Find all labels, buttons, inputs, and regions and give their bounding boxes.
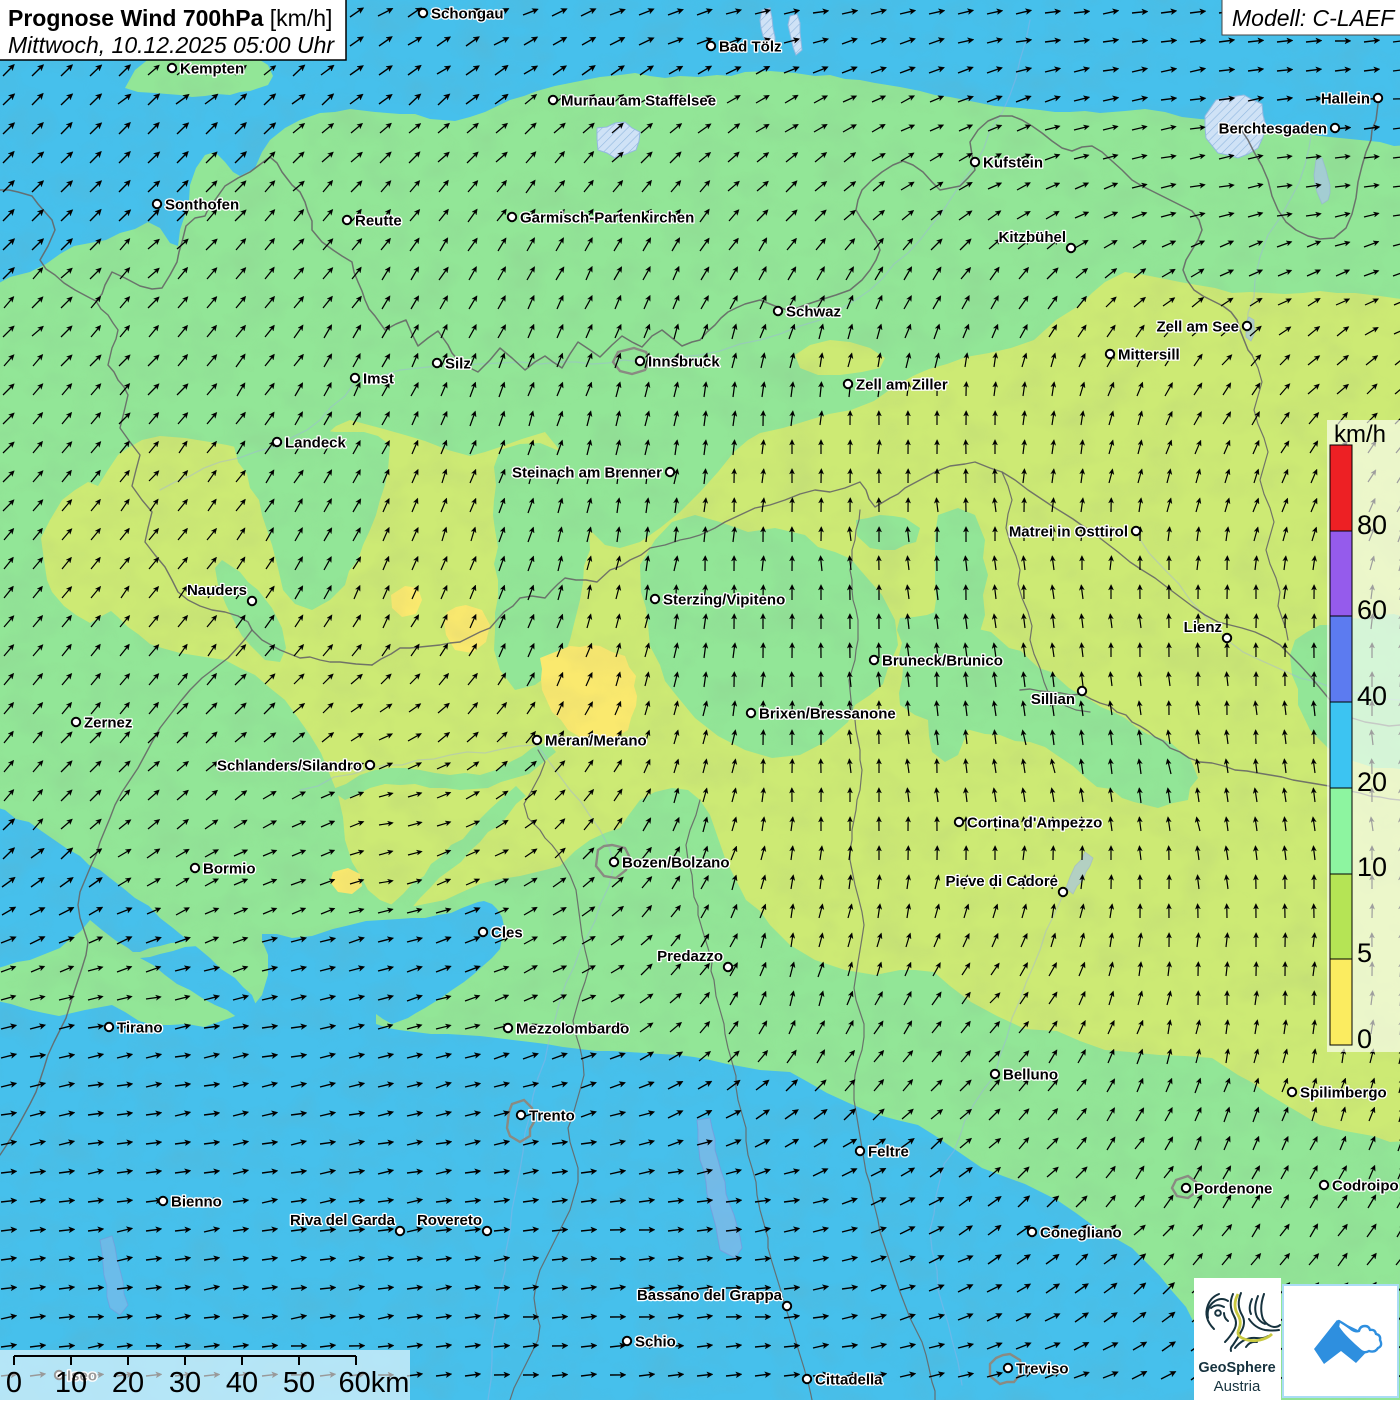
svg-text:Bozen/Bolzano: Bozen/Bolzano	[622, 855, 730, 872]
svg-text:10: 10	[55, 1367, 87, 1399]
svg-text:Lienz: Lienz	[1184, 619, 1222, 636]
svg-text:Conegliano: Conegliano	[1040, 1225, 1122, 1242]
svg-text:Schongau: Schongau	[431, 6, 504, 23]
svg-text:Bormio: Bormio	[203, 861, 256, 878]
svg-text:Feltre: Feltre	[868, 1144, 909, 1161]
svg-text:10: 10	[1357, 852, 1387, 882]
svg-text:80: 80	[1357, 510, 1387, 540]
svg-text:Treviso: Treviso	[1016, 1361, 1069, 1378]
svg-text:Nauders: Nauders	[187, 582, 247, 599]
svg-text:Austria: Austria	[1214, 1378, 1261, 1395]
svg-text:50: 50	[283, 1367, 315, 1399]
svg-text:Spilimbergo: Spilimbergo	[1300, 1085, 1387, 1102]
svg-text:Kempten: Kempten	[180, 61, 244, 78]
svg-text:Pieve di Cadore: Pieve di Cadore	[945, 873, 1058, 890]
svg-text:Prognose Wind 700hPa [km/h]: Prognose Wind 700hPa [km/h]	[8, 5, 332, 31]
svg-text:Landeck: Landeck	[285, 435, 347, 452]
svg-text:GeoSphere: GeoSphere	[1198, 1360, 1275, 1376]
svg-text:Schlanders/Silandro: Schlanders/Silandro	[217, 758, 362, 775]
svg-text:Zell am See: Zell am See	[1156, 319, 1239, 336]
svg-text:Schio: Schio	[635, 1334, 676, 1351]
svg-text:Garmisch-Partenkirchen: Garmisch-Partenkirchen	[520, 210, 694, 227]
svg-text:Cittadella: Cittadella	[815, 1372, 883, 1389]
svg-text:Murnau am Staffelsee: Murnau am Staffelsee	[561, 93, 716, 110]
svg-text:Trento: Trento	[529, 1108, 575, 1125]
svg-text:Bienno: Bienno	[171, 1194, 222, 1211]
svg-text:Pordenone: Pordenone	[1194, 1181, 1272, 1198]
svg-text:Kitzbühel: Kitzbühel	[999, 229, 1067, 246]
svg-text:Hallein: Hallein	[1321, 91, 1370, 108]
svg-text:Zernez: Zernez	[84, 715, 132, 732]
svg-text:Cles: Cles	[491, 925, 523, 942]
svg-text:Bad Tölz: Bad Tölz	[719, 39, 782, 56]
svg-text:40: 40	[1357, 681, 1387, 711]
svg-text:Tirano: Tirano	[117, 1020, 163, 1037]
svg-text:30: 30	[169, 1367, 201, 1399]
svg-text:Imst: Imst	[363, 371, 394, 388]
svg-text:Rovereto: Rovereto	[417, 1212, 482, 1229]
svg-text:Silz: Silz	[445, 356, 471, 373]
svg-text:Cortina d'Ampezzo: Cortina d'Ampezzo	[967, 815, 1102, 832]
svg-text:Reutte: Reutte	[355, 213, 402, 230]
svg-text:Berchtesgaden: Berchtesgaden	[1219, 121, 1327, 138]
svg-text:Bassano del Grappa: Bassano del Grappa	[637, 1287, 783, 1304]
svg-text:Mittwoch, 10.12.2025 05:00 Uhr: Mittwoch, 10.12.2025 05:00 Uhr	[8, 32, 335, 58]
svg-text:Steinach am Brenner: Steinach am Brenner	[512, 465, 662, 482]
svg-text:Kufstein: Kufstein	[983, 155, 1043, 172]
svg-text:20: 20	[1357, 767, 1387, 797]
svg-text:Matrei in Osttirol: Matrei in Osttirol	[1009, 524, 1128, 541]
svg-text:60km: 60km	[339, 1367, 410, 1399]
svg-text:20: 20	[112, 1367, 144, 1399]
svg-text:Modell: C-LAEF: Modell: C-LAEF	[1232, 5, 1396, 31]
svg-text:km/h: km/h	[1334, 421, 1386, 448]
svg-text:Schwaz: Schwaz	[786, 304, 841, 321]
svg-text:Mittersill: Mittersill	[1118, 347, 1180, 364]
svg-text:Meran/Merano: Meran/Merano	[545, 733, 647, 750]
svg-text:Riva del Garda: Riva del Garda	[290, 1212, 396, 1229]
svg-text:Mezzolombardo: Mezzolombardo	[516, 1021, 629, 1038]
svg-text:Sillian: Sillian	[1031, 691, 1075, 708]
svg-text:Innsbruck: Innsbruck	[648, 354, 720, 371]
svg-text:Brixen/Bressanone: Brixen/Bressanone	[759, 706, 896, 723]
svg-text:Bruneck/Brunico: Bruneck/Brunico	[882, 653, 1003, 670]
svg-text:Codroipo: Codroipo	[1332, 1178, 1399, 1195]
svg-text:Sterzing/Vipiteno: Sterzing/Vipiteno	[663, 592, 785, 609]
svg-text:0: 0	[1357, 1024, 1372, 1054]
svg-text:60: 60	[1357, 595, 1387, 625]
svg-text:40: 40	[226, 1367, 258, 1399]
svg-text:Belluno: Belluno	[1003, 1067, 1058, 1084]
svg-text:Zell am Ziller: Zell am Ziller	[856, 377, 948, 394]
svg-text:0: 0	[6, 1367, 22, 1399]
svg-text:Sonthofen: Sonthofen	[165, 197, 239, 214]
svg-text:5: 5	[1357, 938, 1372, 968]
svg-text:Predazzo: Predazzo	[657, 948, 723, 965]
